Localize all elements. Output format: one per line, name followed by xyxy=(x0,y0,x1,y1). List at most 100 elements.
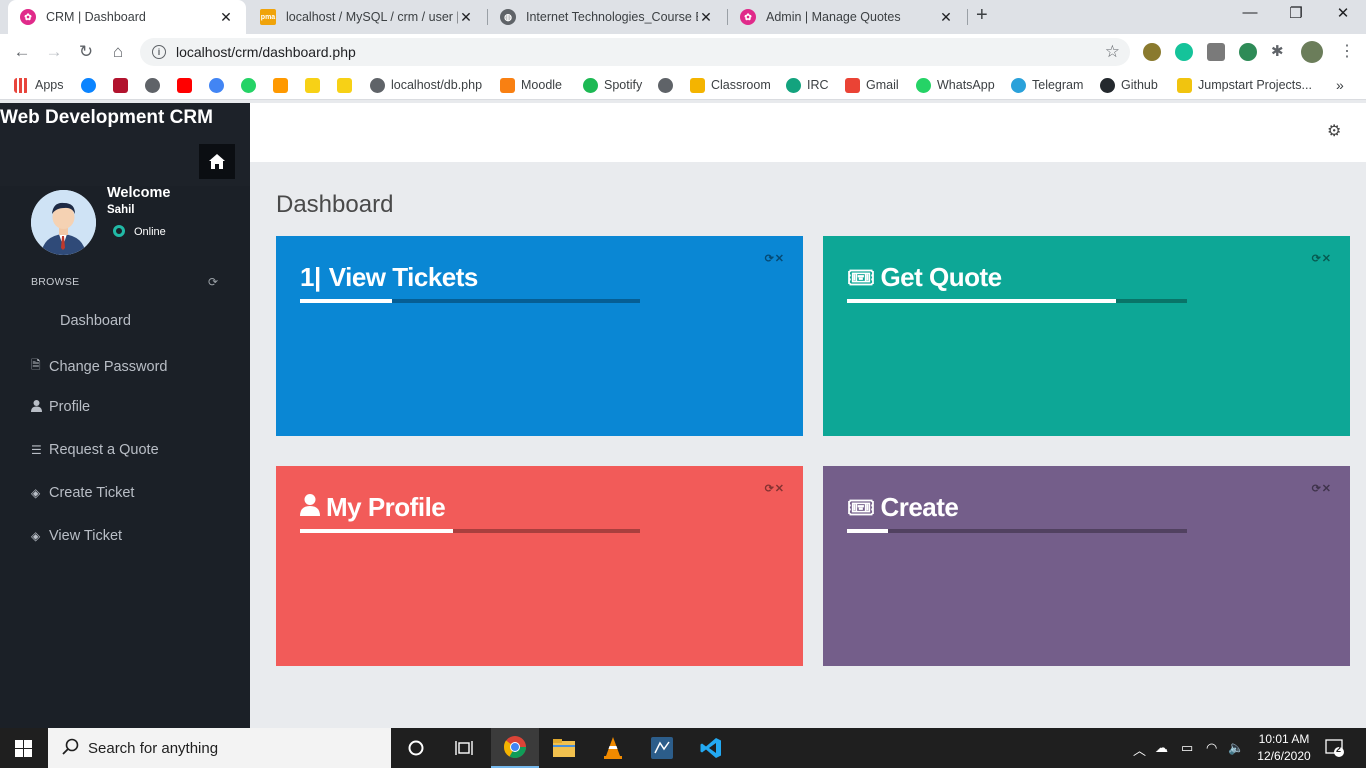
tab-internet-technologies[interactable]: ◍ Internet Technologies_Course Eva ✕ xyxy=(488,0,726,34)
card-view-tickets[interactable]: ⟳✕ 1| View Tickets xyxy=(276,236,803,436)
github-icon xyxy=(1100,77,1115,93)
puzzle-icon[interactable]: ✱ xyxy=(1271,42,1289,60)
phpmyadmin-favicon-icon: pma xyxy=(260,9,276,25)
telegram-icon xyxy=(1011,77,1026,93)
card-controls[interactable]: ⟳✕ xyxy=(1312,482,1332,495)
new-tab-button[interactable]: + xyxy=(976,4,998,27)
close-tab-icon[interactable]: ✕ xyxy=(458,9,474,26)
sidebar-item-label: Profile xyxy=(49,399,91,415)
bookmark-label: Moodle xyxy=(521,78,562,92)
chrome-taskbar-icon[interactable] xyxy=(491,728,539,768)
refresh-icon[interactable]: ⟳ xyxy=(765,253,775,265)
sidebar-item-dashboard[interactable]: Dashboard xyxy=(60,313,131,329)
card-controls[interactable]: ⟳✕ xyxy=(1312,252,1332,265)
show-hidden-icons[interactable]: ︿ xyxy=(1133,740,1146,759)
bookmark-star-icon[interactable]: ☆ xyxy=(1105,42,1120,62)
vscode-icon[interactable] xyxy=(687,728,735,768)
refresh-icon[interactable]: ⟳ xyxy=(1312,483,1322,495)
close-tab-icon[interactable]: ✕ xyxy=(938,9,954,26)
bookmark-icon-only[interactable] xyxy=(337,76,352,94)
bookmark-icon-only[interactable] xyxy=(177,76,192,94)
home-icon-button[interactable] xyxy=(199,144,235,179)
close-window-button[interactable]: ✕ xyxy=(1320,4,1366,22)
folder-icon xyxy=(1177,77,1192,93)
bookmark-icon-only[interactable] xyxy=(305,76,320,94)
card-controls[interactable]: ⟳✕ xyxy=(765,482,785,495)
tab-admin-manage-quotes[interactable]: ✿ Admin | Manage Quotes ✕ xyxy=(728,0,966,34)
bookmark-icon-only[interactable] xyxy=(241,76,256,94)
volume-icon[interactable]: 🔈 xyxy=(1228,740,1244,756)
minimize-button[interactable]: — xyxy=(1227,4,1273,21)
bookmark-jumpstart[interactable]: Jumpstart Projects... xyxy=(1177,76,1312,94)
bookmark-spotify[interactable]: Spotify xyxy=(583,76,642,94)
sidebar-item-create-ticket[interactable]: ◈ Create Ticket xyxy=(31,485,134,501)
bookmark-label: WhatsApp xyxy=(937,78,995,92)
close-tab-icon[interactable]: ✕ xyxy=(698,9,714,26)
windows-start-icon[interactable] xyxy=(15,740,32,757)
reload-button[interactable]: ↻ xyxy=(75,41,97,63)
task-view-glyph-icon xyxy=(455,741,473,755)
notifications-icon[interactable]: 2 xyxy=(1325,738,1345,761)
vlc-icon[interactable] xyxy=(589,728,637,768)
cortana-icon[interactable] xyxy=(392,728,440,768)
info-icon[interactable]: i xyxy=(152,45,166,59)
extension-icon[interactable] xyxy=(1239,43,1257,61)
sidebar-item-view-ticket[interactable]: ◈ View Ticket xyxy=(31,528,122,544)
settings-gear-icon[interactable]: ⚙ xyxy=(1327,124,1343,140)
bookmark-icon-only[interactable] xyxy=(81,76,96,94)
tab-phpmyadmin[interactable]: pma localhost / MySQL / crm / user | p ✕ xyxy=(248,0,486,34)
bookmark-github[interactable]: Github xyxy=(1100,76,1158,94)
grammarly-icon[interactable] xyxy=(1175,43,1193,61)
bookmark-telegram[interactable]: Telegram xyxy=(1011,76,1083,94)
close-icon[interactable]: ✕ xyxy=(1322,483,1332,495)
globe-icon xyxy=(658,77,673,93)
bookmark-localhost-db[interactable]: localhost/db.php xyxy=(370,76,482,94)
sidebar-item-change-password[interactable]: 🗎 Change Password xyxy=(31,356,168,377)
card-get-quote[interactable]: ⟳✕ 🎟 Get Quote xyxy=(823,236,1350,436)
sidebar-item-profile[interactable]: Profile xyxy=(31,399,90,415)
tab-crm-dashboard[interactable]: ✿ CRM | Dashboard ✕ xyxy=(8,0,246,34)
close-icon[interactable]: ✕ xyxy=(1322,253,1332,265)
back-button[interactable]: ← xyxy=(11,41,33,63)
mysql-workbench-icon[interactable] xyxy=(638,728,686,768)
home-button[interactable]: ⌂ xyxy=(107,41,129,63)
card-controls[interactable]: ⟳✕ xyxy=(765,252,785,265)
menu-icon[interactable]: ⋮ xyxy=(1339,41,1357,60)
profile-avatar-icon[interactable] xyxy=(1301,41,1323,63)
card-my-profile[interactable]: ⟳✕ My Profile xyxy=(276,466,803,666)
wifi-icon[interactable]: ◠ xyxy=(1206,740,1217,756)
close-icon[interactable]: ✕ xyxy=(775,483,785,495)
sidebar-item-label: Create Ticket xyxy=(49,485,135,501)
task-view-icon[interactable] xyxy=(440,728,488,768)
bookmark-classroom[interactable]: Classroom xyxy=(690,76,771,94)
taskbar-search-input[interactable]: Search for anything xyxy=(48,728,391,768)
forward-button[interactable]: → xyxy=(43,41,65,63)
system-clock[interactable]: 10:01 AM 12/6/2020 xyxy=(1254,731,1314,765)
bookmark-icon-only[interactable] xyxy=(273,76,288,94)
bookmark-icon-only[interactable] xyxy=(209,76,224,94)
restore-button[interactable]: ❐ xyxy=(1273,4,1319,22)
file-explorer-icon[interactable] xyxy=(540,728,588,768)
close-tab-icon[interactable]: ✕ xyxy=(218,9,234,26)
address-bar[interactable]: i localhost/crm/dashboard.php ☆ xyxy=(140,38,1130,66)
refresh-icon[interactable]: ⟳ xyxy=(208,275,218,289)
bookmark-icon-only[interactable] xyxy=(658,76,673,94)
refresh-icon[interactable]: ⟳ xyxy=(1312,253,1322,265)
bookmark-apps[interactable]: Apps xyxy=(14,76,64,94)
onedrive-icon[interactable]: ☁ xyxy=(1155,740,1168,756)
bookmark-moodle[interactable]: Moodle xyxy=(500,76,562,94)
bookmark-whatsapp[interactable]: WhatsApp xyxy=(916,76,995,94)
bookmark-icon-only[interactable] xyxy=(145,76,160,94)
bookmark-icon-only[interactable] xyxy=(113,76,128,94)
bookmark-irc[interactable]: IRC xyxy=(786,76,829,94)
refresh-icon[interactable]: ⟳ xyxy=(765,483,775,495)
extension-icon[interactable] xyxy=(1207,43,1225,61)
close-icon[interactable]: ✕ xyxy=(775,253,785,265)
battery-icon[interactable]: ▭ xyxy=(1181,740,1193,756)
bookmark-gmail[interactable]: Gmail xyxy=(845,76,899,94)
card-create[interactable]: ⟳✕ 🎟 Create xyxy=(823,466,1350,666)
brand-title: Web Development CRM xyxy=(0,107,213,128)
extension-icon[interactable] xyxy=(1143,43,1161,61)
more-bookmarks-icon[interactable]: » xyxy=(1336,76,1344,94)
sidebar-item-request-quote[interactable]: ☰ Request a Quote xyxy=(31,442,159,458)
